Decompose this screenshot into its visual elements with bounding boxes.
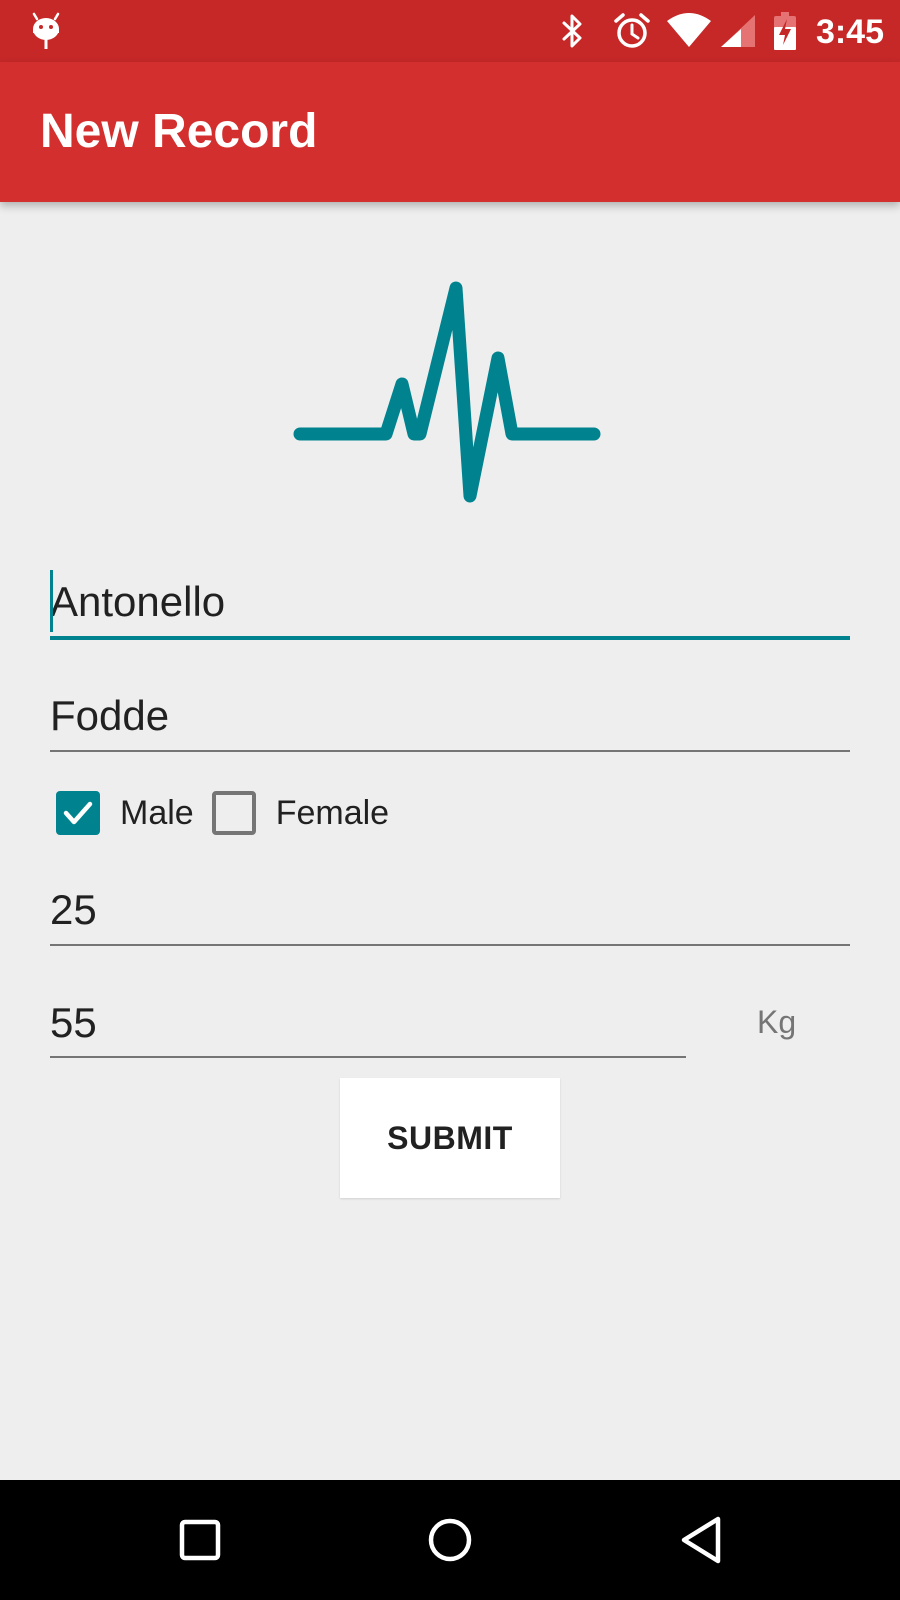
status-bar: 3:45 — [0, 0, 900, 62]
wifi-icon — [664, 0, 714, 62]
text-cursor — [50, 570, 53, 632]
male-label[interactable]: Male — [120, 794, 194, 833]
android-debug-icon — [26, 0, 66, 62]
alarm-icon — [612, 0, 652, 62]
weight-input[interactable] — [50, 990, 686, 1056]
male-checkbox[interactable] — [56, 791, 100, 835]
recents-button[interactable] — [150, 1500, 250, 1580]
last-name-field[interactable] — [50, 682, 850, 752]
cell-signal-icon — [718, 0, 758, 62]
weight-unit-label: Kg — [757, 1004, 797, 1040]
female-checkbox[interactable] — [211, 791, 256, 835]
back-triangle-icon — [681, 1516, 721, 1564]
home-circle-icon — [428, 1518, 472, 1562]
gender-row: Male Female — [56, 790, 407, 836]
first-name-input[interactable] — [50, 568, 850, 636]
checkmark-icon — [63, 801, 93, 825]
heartbeat-pulse-icon — [290, 272, 610, 512]
age-field[interactable] — [50, 876, 850, 946]
page-title: New Record — [40, 105, 318, 158]
status-time: 3:45 — [815, 13, 884, 51]
submit-button[interactable]: SUBMIT — [340, 1078, 560, 1198]
battery-charging-icon — [772, 0, 798, 62]
home-button[interactable] — [400, 1500, 500, 1580]
recents-square-icon — [179, 1519, 221, 1561]
female-label[interactable]: Female — [276, 794, 389, 833]
system-nav-bar — [0, 1480, 900, 1600]
age-input[interactable] — [50, 876, 850, 944]
bluetooth-icon — [556, 0, 590, 62]
last-name-input[interactable] — [50, 682, 850, 750]
app-toolbar: New Record — [0, 62, 900, 202]
first-name-field[interactable] — [50, 568, 850, 640]
weight-field[interactable] — [50, 990, 686, 1058]
back-button[interactable] — [652, 1500, 752, 1580]
